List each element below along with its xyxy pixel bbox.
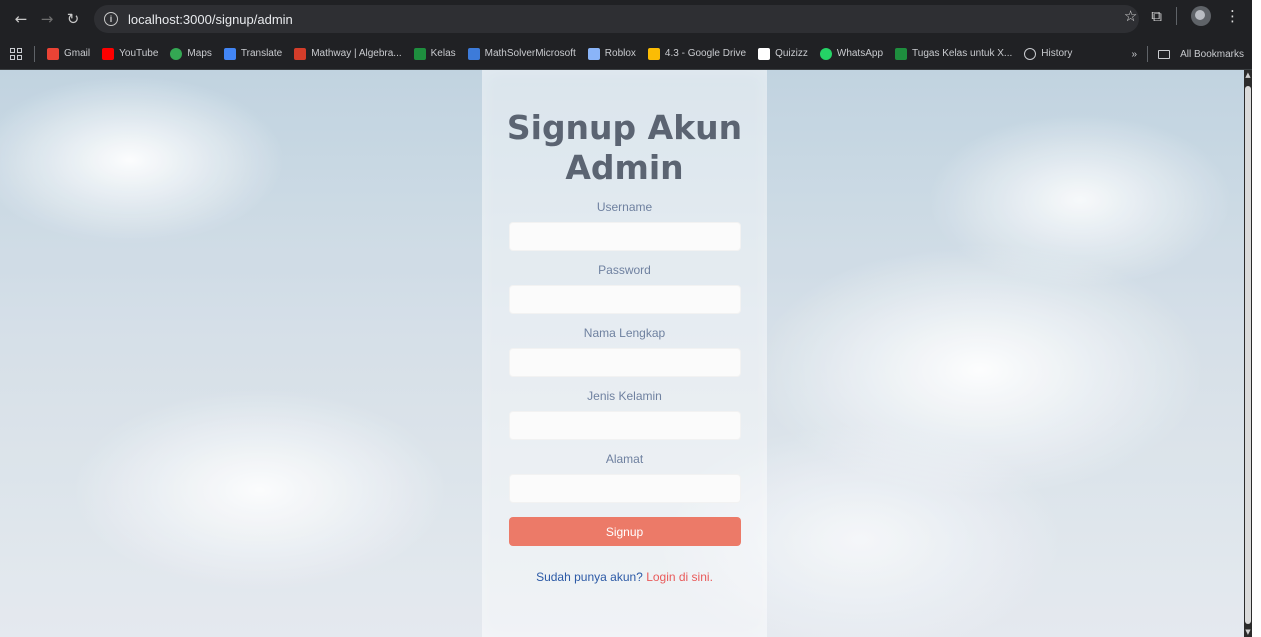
signup-button[interactable]: Signup	[508, 517, 741, 546]
scroll-down-icon[interactable]: ▼	[1245, 629, 1251, 636]
address-label: Alamat	[605, 452, 644, 466]
bookmarks-right-separator	[1147, 46, 1149, 62]
login-link[interactable]: Login di sini.	[646, 570, 713, 584]
bookmark-label: Quizizz	[775, 48, 808, 59]
full-name-field-group: Nama Lengkap	[482, 324, 767, 377]
bookmark-label: Mathway | Algebra...	[311, 48, 402, 59]
bookmark-label: Maps	[187, 48, 212, 59]
quizizz-icon	[758, 47, 771, 60]
url-text[interactable]: localhost:3000/signup/admin	[128, 12, 293, 27]
forward-arrow-icon[interactable]: →	[34, 6, 60, 32]
signup-card: Signup Akun Admin Username Password Nama…	[482, 70, 767, 637]
bookmark-quizizz[interactable]: Quizizz	[758, 47, 808, 60]
bookmark-label: Gmail	[64, 48, 91, 59]
bookmark-maps[interactable]: Maps	[170, 47, 212, 60]
apps-grid-icon	[10, 47, 22, 60]
username-field-group: Username	[482, 198, 767, 251]
username-label: Username	[596, 200, 653, 214]
bookmarks-right: » All Bookmarks	[1132, 38, 1244, 70]
math-solver-icon	[467, 47, 480, 60]
bookmark-label: WhatsApp	[836, 48, 884, 59]
sky-background: Signup Akun Admin Username Password Nama…	[0, 70, 1244, 637]
gender-field-group: Jenis Kelamin	[482, 387, 767, 440]
folder-icon	[1158, 49, 1171, 59]
gender-label: Jenis Kelamin	[587, 389, 662, 403]
browser-right-tools: ☆ ⧉ ⋮	[1124, 6, 1240, 26]
address-field-group: Alamat	[482, 450, 767, 503]
apps-button[interactable]	[10, 47, 22, 60]
history-icon	[1024, 47, 1037, 60]
scrollbar-thumb[interactable]	[1245, 86, 1251, 624]
gender-input[interactable]	[508, 411, 741, 440]
bookmark-google-drive[interactable]: 4.3 - Google Drive	[647, 47, 747, 60]
password-input[interactable]	[508, 285, 741, 314]
translate-icon	[223, 47, 236, 60]
scroll-gutter	[1252, 70, 1261, 637]
browser-toolbar: ← → ↻ i localhost:3000/signup/admin ☆ ⧉ …	[0, 0, 1252, 38]
page-title-line-1: Signup Akun	[506, 108, 743, 147]
bookmarks-separator	[34, 45, 35, 62]
back-arrow-icon[interactable]: ←	[8, 6, 34, 32]
password-label: Password	[598, 263, 651, 277]
login-prompt: Sudah punya akun? Login di sini.	[482, 570, 767, 584]
login-prompt-text: Sudah punya akun?	[536, 570, 643, 584]
gmail-icon	[47, 47, 59, 60]
scroll-up-icon[interactable]: ▲	[1245, 72, 1251, 79]
bookmark-gmail[interactable]: Gmail	[47, 47, 91, 60]
bookmark-history[interactable]: History	[1024, 47, 1073, 60]
youtube-icon	[102, 47, 115, 60]
bookmark-label: Roblox	[604, 48, 636, 59]
bookmark-label: Kelas	[430, 48, 456, 59]
bookmarks-bar: Gmail YouTube Maps Translate Mathway | A…	[0, 38, 1252, 70]
reload-icon[interactable]: ↻	[60, 6, 86, 32]
bookmark-label: YouTube	[119, 48, 159, 59]
drive-icon	[647, 47, 660, 60]
bookmark-youtube[interactable]: YouTube	[102, 47, 159, 60]
bookmark-whatsapp[interactable]: WhatsApp	[819, 47, 884, 60]
mathway-icon	[294, 47, 307, 60]
full-name-input[interactable]	[508, 348, 741, 377]
bookmark-label: Tugas Kelas untuk X...	[912, 48, 1013, 59]
extensions-icon[interactable]: ⧉	[1151, 7, 1162, 25]
bookmark-roblox[interactable]: Roblox	[587, 47, 636, 60]
toolbar-separator	[1176, 7, 1177, 25]
page-title-line-2: Admin	[565, 148, 684, 187]
address-input[interactable]	[508, 474, 741, 503]
full-name-label: Nama Lengkap	[583, 326, 666, 340]
bookmark-translate[interactable]: Translate	[223, 47, 283, 60]
page-title: Signup Akun Admin	[482, 108, 767, 188]
page-scrollbar[interactable]: ▲ ▼	[1244, 70, 1252, 637]
password-field-group: Password	[482, 261, 767, 314]
bookmark-mathsolver[interactable]: MathSolverMicrosoft	[467, 47, 576, 60]
all-bookmarks-link[interactable]: All Bookmarks	[1180, 49, 1244, 60]
maps-icon	[170, 47, 183, 60]
profile-avatar-icon[interactable]	[1191, 6, 1211, 26]
more-options-icon[interactable]: ⋮	[1225, 7, 1240, 25]
more-bookmarks-button[interactable]: »	[1132, 49, 1138, 60]
bookmark-star-icon[interactable]: ☆	[1124, 7, 1137, 25]
bookmark-classroom[interactable]: Tugas Kelas untuk X...	[895, 47, 1013, 60]
classroom-icon	[895, 47, 908, 60]
kelas-icon	[413, 47, 426, 60]
bookmark-label: 4.3 - Google Drive	[664, 48, 747, 59]
bookmark-mathway[interactable]: Mathway | Algebra...	[294, 47, 402, 60]
roblox-icon	[587, 47, 600, 60]
bookmark-kelas[interactable]: Kelas	[413, 47, 456, 60]
address-bar[interactable]: i localhost:3000/signup/admin	[94, 5, 1139, 33]
bookmark-label: History	[1041, 48, 1073, 59]
whatsapp-icon	[819, 47, 832, 60]
info-icon[interactable]: i	[104, 12, 118, 26]
username-input[interactable]	[508, 222, 741, 251]
bookmark-label: MathSolverMicrosoft	[484, 48, 576, 59]
bookmark-label: Translate	[240, 48, 283, 59]
